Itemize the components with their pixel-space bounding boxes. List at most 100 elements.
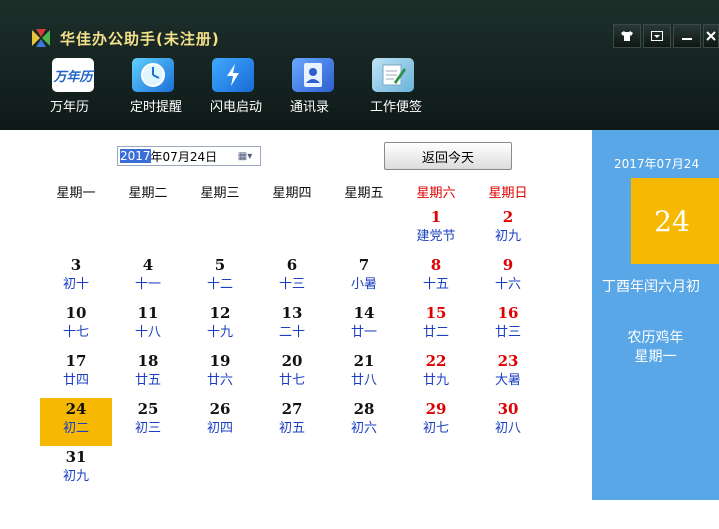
day-number: 31 xyxy=(65,448,87,466)
calendar-day[interactable]: 23 大暑 xyxy=(472,350,544,398)
lunar-label: 小暑 xyxy=(350,277,377,292)
calendar-day[interactable]: 19 廿六 xyxy=(184,350,256,398)
day-number: 16 xyxy=(497,304,519,322)
skin-button[interactable] xyxy=(613,24,641,48)
day-info-panel: 2017年07月24 24 丁酉年闰六月初 农历鸡年 星期一 xyxy=(592,130,719,500)
calendar-empty-cell xyxy=(256,206,328,254)
calendar-empty-cell xyxy=(112,446,184,494)
back-to-today-button[interactable]: 返回今天 xyxy=(384,142,512,170)
title-bar: 华佳办公助手(未注册) xyxy=(30,26,220,50)
day-number: 23 xyxy=(497,352,519,370)
calendar-day[interactable]: 5 十二 xyxy=(184,254,256,302)
calendar-day[interactable]: 25 初三 xyxy=(112,398,184,446)
calendar-day[interactable]: 16 廿三 xyxy=(472,302,544,350)
lightning-icon xyxy=(212,58,254,92)
calendar-day-today[interactable]: 24 初二 xyxy=(40,398,112,446)
calendar-day[interactable]: 4 十一 xyxy=(112,254,184,302)
day-number: 22 xyxy=(425,352,447,370)
day-number: 24 xyxy=(65,400,87,418)
notepad-icon xyxy=(372,58,414,92)
lunar-label: 十一 xyxy=(134,277,161,292)
app-header: 华佳办公助手(未注册) 万年历 万年历 定时提醒 闪电启动 通讯录 工作便签 xyxy=(0,0,719,130)
calendar-day[interactable]: 28 初六 xyxy=(328,398,400,446)
lunar-label: 初八 xyxy=(494,421,521,436)
day-number: 26 xyxy=(209,400,231,418)
lunar-label: 十六 xyxy=(494,277,521,292)
day-number: 29 xyxy=(425,400,447,418)
calendar-day[interactable]: 15 廿二 xyxy=(400,302,472,350)
app-title: 华佳办公助手(未注册) xyxy=(60,29,220,48)
calendar-day[interactable]: 20 廿七 xyxy=(256,350,328,398)
calendar-day[interactable]: 10 十七 xyxy=(40,302,112,350)
weekday-label: 星期三 xyxy=(200,186,240,201)
day-number: 13 xyxy=(281,304,303,322)
lunar-label: 廿九 xyxy=(422,373,449,388)
calendar-empty-cell xyxy=(400,446,472,494)
calendar-day[interactable]: 26 初四 xyxy=(184,398,256,446)
tool-notes[interactable]: 工作便签 xyxy=(370,58,444,115)
calendar-day[interactable]: 30 初八 xyxy=(472,398,544,446)
calendar-empty-cell xyxy=(328,446,400,494)
calendar-week-row: 17 廿四 18 廿五 19 廿六 20 廿七 21 廿八 22 廿九 23 大暑 xyxy=(40,350,544,398)
calendar-day[interactable]: 14 廿一 xyxy=(328,302,400,350)
tool-calendar-label: 万年历 xyxy=(50,100,90,115)
calendar-day[interactable]: 3 初十 xyxy=(40,254,112,302)
dropdown-icon xyxy=(651,31,663,41)
tool-quick-launch-label: 闪电启动 xyxy=(210,100,263,115)
main-toolbar: 万年历 万年历 定时提醒 闪电启动 通讯录 工作便签 xyxy=(50,58,450,115)
minimize-icon xyxy=(682,38,692,40)
calendar-day[interactable]: 8 十五 xyxy=(400,254,472,302)
tool-quick-launch[interactable]: 闪电启动 xyxy=(210,58,284,115)
clock-icon xyxy=(132,58,174,92)
calendar-day[interactable]: 2 初九 xyxy=(472,206,544,254)
tool-calendar[interactable]: 万年历 万年历 xyxy=(50,58,124,115)
tool-contacts[interactable]: 通讯录 xyxy=(290,58,364,115)
menu-button[interactable] xyxy=(643,24,671,48)
calendar-day[interactable]: 29 初七 xyxy=(400,398,472,446)
lunar-label: 十八 xyxy=(134,325,161,340)
calendar-week-row: 1 建党节 2 初九 xyxy=(40,206,544,254)
lunar-label: 二十 xyxy=(278,325,305,340)
day-number: 18 xyxy=(137,352,159,370)
calendar-day[interactable]: 22 廿九 xyxy=(400,350,472,398)
info-day-number: 24 xyxy=(631,178,719,264)
tool-reminder[interactable]: 定时提醒 xyxy=(130,58,204,115)
calendar-day[interactable]: 11 十八 xyxy=(112,302,184,350)
calendar-grid: 1 建党节 2 初九 3 初十 4 十一 5 十二 6 十三 7 小暑 8 十五 9 十六 10 十七 11 十八 12 十九… xyxy=(40,206,544,494)
day-number: 27 xyxy=(281,400,303,418)
day-number: 11 xyxy=(137,304,159,322)
calendar-day[interactable]: 18 廿五 xyxy=(112,350,184,398)
app-logo-icon xyxy=(32,29,50,47)
lunar-label: 廿六 xyxy=(206,373,233,388)
calendar-day[interactable]: 21 廿八 xyxy=(328,350,400,398)
info-ganzhi: 丁酉年闰六月初 xyxy=(602,279,700,295)
calendar-day[interactable]: 7 小暑 xyxy=(328,254,400,302)
minimize-button[interactable] xyxy=(673,24,701,48)
day-number: 1 xyxy=(430,208,442,226)
lunar-label: 廿四 xyxy=(62,373,89,388)
day-number: 4 xyxy=(142,256,154,274)
lunar-label: 廿三 xyxy=(494,325,521,340)
calendar-day[interactable]: 1 建党节 xyxy=(400,206,472,254)
close-icon xyxy=(706,31,716,41)
close-button[interactable] xyxy=(703,24,719,48)
calendar-day[interactable]: 31 初九 xyxy=(40,446,112,494)
day-number: 6 xyxy=(286,256,298,274)
lunar-label: 十七 xyxy=(62,325,89,340)
lunar-label: 初六 xyxy=(350,421,377,436)
calendar-dropdown-icon[interactable]: ▦▾ xyxy=(230,151,260,162)
calendar-week-row: 24 初二 25 初三 26 初四 27 初五 28 初六 29 初七 30 初八 xyxy=(40,398,544,446)
date-picker[interactable]: 2017 年07月24日 ▦▾ xyxy=(117,146,261,166)
calendar-day[interactable]: 27 初五 xyxy=(256,398,328,446)
calendar-day[interactable]: 6 十三 xyxy=(256,254,328,302)
lunar-label: 建党节 xyxy=(416,229,456,244)
calendar-empty-cell xyxy=(256,446,328,494)
calendar-day[interactable]: 12 十九 xyxy=(184,302,256,350)
weekday-label: 星期二 xyxy=(128,186,168,201)
calendar-day[interactable]: 13 二十 xyxy=(256,302,328,350)
calendar-day[interactable]: 9 十六 xyxy=(472,254,544,302)
lunar-label: 初十 xyxy=(62,277,89,292)
calendar-empty-cell xyxy=(112,206,184,254)
calendar-day[interactable]: 17 廿四 xyxy=(40,350,112,398)
day-number: 3 xyxy=(70,256,82,274)
